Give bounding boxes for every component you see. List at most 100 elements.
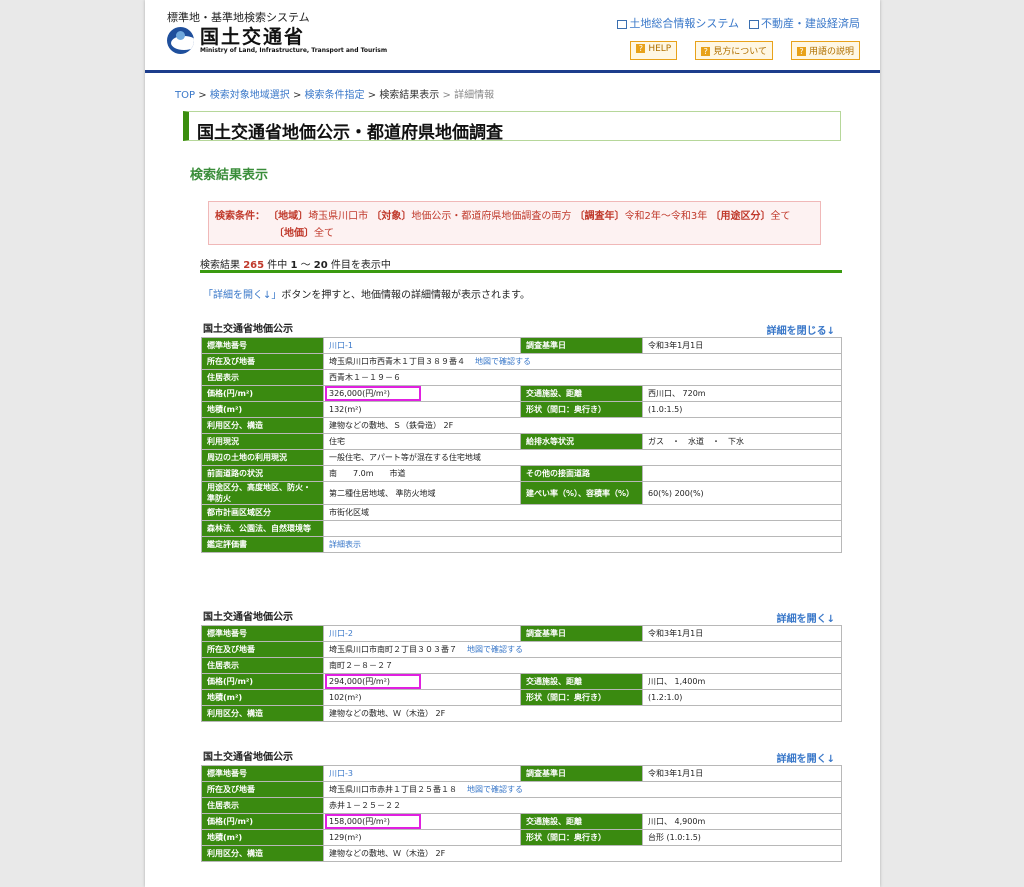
field-value: 建物などの敷地、Ｓ（鉄骨造） 2F: [323, 417, 842, 434]
field-label: 地積(m²): [201, 829, 324, 846]
link-tochi-sogo[interactable]: 土地総合情報システム: [617, 15, 739, 31]
field-label: 形状（間口：奥行き）: [520, 689, 643, 706]
glossary-button[interactable]: ? 用語の説明: [790, 41, 860, 60]
search-conditions: 検索条件： 〔地域〕埼玉県川口市 〔対象〕地価公示・都道府県地価調査の両方 〔調…: [208, 201, 821, 245]
table-row: 所在及び地番 埼玉県川口市西青木１丁目３８９番４ 地図で確認する: [201, 353, 842, 370]
field-value: 132(m²): [323, 401, 521, 418]
field-value: 102(m²): [323, 689, 521, 706]
field-value: 第二種住居地域、 準防火地域: [323, 481, 521, 505]
table-row: 地積(m²) 102(m²) 形状（間口：奥行き） (1.2:1.0): [201, 689, 842, 706]
table-row: 利用区分、構造 建物などの敷地、Ｗ（木造） 2F: [201, 845, 842, 862]
field-value: 川口、 4,900m: [642, 813, 842, 830]
crumb-condition[interactable]: 検索条件指定: [305, 90, 365, 101]
field-value: 川口、 1,400m: [642, 673, 842, 690]
crumb-top[interactable]: TOP: [175, 90, 195, 101]
field-label: 所在及び地番: [201, 781, 324, 798]
field-label: 都市計画区域区分: [201, 504, 324, 521]
mlit-logo[interactable]: 国土交通省 Ministry of Land, Infrastructure, …: [167, 27, 387, 54]
record-section-title: 国土交通省地価公示: [203, 752, 293, 763]
crumb-region[interactable]: 検索対象地域選択: [210, 90, 290, 101]
field-value: 326,000(円/m²): [323, 385, 521, 402]
logo-jp: 国土交通省: [200, 26, 306, 48]
map-link[interactable]: 地図で確認する: [467, 645, 523, 654]
table-row: 標準地番号 川口-3 調査基準日 令和3年1月1日: [201, 765, 842, 782]
toggle-details-link[interactable]: 詳細を閉じる↓: [767, 322, 835, 337]
divider: [200, 270, 842, 273]
question-icon: ?: [796, 47, 806, 56]
field-label: 形状（間口：奥行き）: [520, 829, 643, 846]
field-value: 住宅: [323, 433, 521, 450]
detail-link[interactable]: 川口-1: [329, 341, 353, 350]
field-value: 129(m²): [323, 829, 521, 846]
field-label: 利用区分、構造: [201, 417, 324, 434]
map-link[interactable]: 地図で確認する: [467, 785, 523, 794]
instruction-note: 「詳細を開く↓」ボタンを押すと、地価情報の詳細情報が表示されます。: [203, 290, 530, 301]
table-row: 利用区分、構造 建物などの敷地、Ｗ（木造） 2F: [201, 705, 842, 722]
field-label: 鑑定評価書: [201, 536, 324, 553]
howto-button[interactable]: ? 見方について: [695, 41, 773, 60]
value-text: 建物などの敷地、Ｗ（木造） 2F: [329, 849, 446, 858]
toggle-details-link[interactable]: 詳細を開く↓: [777, 610, 835, 625]
map-link[interactable]: 地図で確認する: [475, 357, 531, 366]
field-label: 交通施設、距離: [520, 813, 643, 830]
field-label: 調査基準日: [520, 765, 643, 782]
table-row: 利用現況 住宅 給排水等状況 ガス ・ 水道 ・ 下水: [201, 433, 842, 450]
header-links: 土地総合情報システム 不動産・建設経済局: [617, 15, 860, 31]
crumb-results: 検索結果表示: [379, 90, 440, 101]
value-text: 第二種住居地域、 準防火地域: [329, 488, 436, 498]
field-label: 建ぺい率（%）、容積率（%）: [520, 481, 643, 505]
field-label: 地積(m²): [201, 401, 324, 418]
value-text: 埼玉県川口市赤井１丁目２５番１８: [329, 785, 457, 794]
value-text: 西青木１－１９－６: [329, 373, 401, 382]
value-text: 赤井１－２５－２２: [329, 801, 401, 810]
table-row: 価格(円/m²) 158,000(円/m²) 交通施設、距離 川口、 4,900m: [201, 813, 842, 830]
page: 標準地・基準地検索システム 国土交通省 Ministry of Land, In…: [145, 0, 880, 887]
table-row: 価格(円/m²) 326,000(円/m²) 交通施設、距離 西川口、 720m: [201, 385, 842, 402]
field-value: 南 7.0m 市道: [323, 465, 521, 482]
field-label: 住居表示: [201, 369, 324, 386]
field-label: 前面道路の状況: [201, 465, 324, 482]
toggle-details-link[interactable]: 詳細を開く↓: [777, 750, 835, 765]
field-label: 調査基準日: [520, 337, 643, 354]
window-icon: [749, 19, 759, 29]
detail-link[interactable]: 川口-3: [329, 769, 353, 778]
land-price-table: 標準地番号 川口-2 調査基準日 令和3年1月1日 所在及び地番 埼玉県川口市南町２丁目３…: [201, 625, 842, 722]
field-label: 給排水等状況: [520, 433, 643, 450]
field-value: 西川口、 720m: [642, 385, 842, 402]
logo-en: Ministry of Land, Infrastructure, Transp…: [200, 47, 388, 54]
detail-link[interactable]: 川口-2: [329, 629, 353, 638]
table-row: 地積(m²) 132(m²) 形状（間口：奥行き） (1.0:1.5): [201, 401, 842, 418]
field-label: 利用現況: [201, 433, 324, 450]
field-label: 標準地番号: [201, 765, 324, 782]
field-value: 南町２－８－２７: [323, 657, 842, 674]
table-row: 住居表示 赤井１－２５－２２: [201, 797, 842, 814]
value-text: 129(m²): [329, 833, 362, 842]
land-price-table: 標準地番号 川口-1 調査基準日 令和3年1月1日 所在及び地番 埼玉県川口市西青木１丁目…: [201, 337, 842, 553]
table-row: 前面道路の状況南 7.0m 市道 その他の接面道路: [201, 465, 842, 482]
detail-link[interactable]: 詳細表示: [329, 540, 361, 549]
value-text: 埼玉県川口市西青木１丁目３８９番４: [329, 357, 465, 366]
value-text: 住宅: [329, 437, 345, 446]
field-label: 交通施設、距離: [520, 385, 643, 402]
field-label: 住居表示: [201, 797, 324, 814]
table-row: 所在及び地番 埼玉県川口市南町２丁目３０３番７ 地図で確認する: [201, 641, 842, 658]
help-button[interactable]: ? HELP: [630, 41, 678, 60]
field-value: 市街化区域: [323, 504, 842, 521]
value-text: 建物などの敷地、Ｓ（鉄骨造） 2F: [329, 421, 454, 430]
table-row: 標準地番号 川口-2 調査基準日 令和3年1月1日: [201, 625, 842, 642]
field-value: 台形 (1.0:1.5): [642, 829, 842, 846]
link-fudosan[interactable]: 不動産・建設経済局: [749, 15, 860, 31]
value-text: 326,000(円/m²): [324, 386, 422, 401]
field-value: 294,000(円/m²): [323, 673, 521, 690]
field-value: 埼玉県川口市西青木１丁目３８９番４ 地図で確認する: [323, 353, 842, 370]
field-value: 川口-2: [323, 625, 521, 642]
field-value: 60(%) 200(%): [642, 481, 842, 505]
value-text: 132(m²): [329, 405, 362, 414]
table-row: 利用区分、構造 建物などの敷地、Ｓ（鉄骨造） 2F: [201, 417, 842, 434]
field-value: 令和3年1月1日: [642, 625, 842, 642]
table-row: 標準地番号 川口-1 調査基準日 令和3年1月1日: [201, 337, 842, 354]
field-value: 川口-3: [323, 765, 521, 782]
field-value: 西青木１－１９－６: [323, 369, 842, 386]
field-value: 令和3年1月1日: [642, 765, 842, 782]
header-buttons: ? HELP ? 見方について ? 用語の説明: [630, 41, 860, 60]
